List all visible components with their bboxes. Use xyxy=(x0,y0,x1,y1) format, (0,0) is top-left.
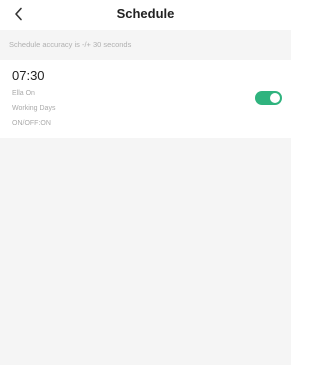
toggle-knob xyxy=(270,93,280,103)
accuracy-text: Schedule accuracy is -/+ 30 seconds xyxy=(9,40,132,49)
schedule-time: 07:30 xyxy=(12,68,45,83)
page-title: Schedule xyxy=(116,6,175,21)
empty-list-area xyxy=(0,138,291,365)
schedule-repeat: Working Days xyxy=(12,105,56,112)
header: Schedule xyxy=(0,0,291,30)
schedule-screen: Schedule Schedule accuracy is -/+ 30 sec… xyxy=(0,0,291,365)
schedule-status: ON/OFF:ON xyxy=(12,120,51,127)
schedule-action: Ella On xyxy=(12,90,35,97)
schedule-item[interactable]: 07:30 Ella On Working Days ON/OFF:ON xyxy=(0,60,291,138)
accuracy-info-bar: Schedule accuracy is -/+ 30 seconds xyxy=(0,35,291,55)
schedule-enable-toggle[interactable] xyxy=(255,91,282,105)
